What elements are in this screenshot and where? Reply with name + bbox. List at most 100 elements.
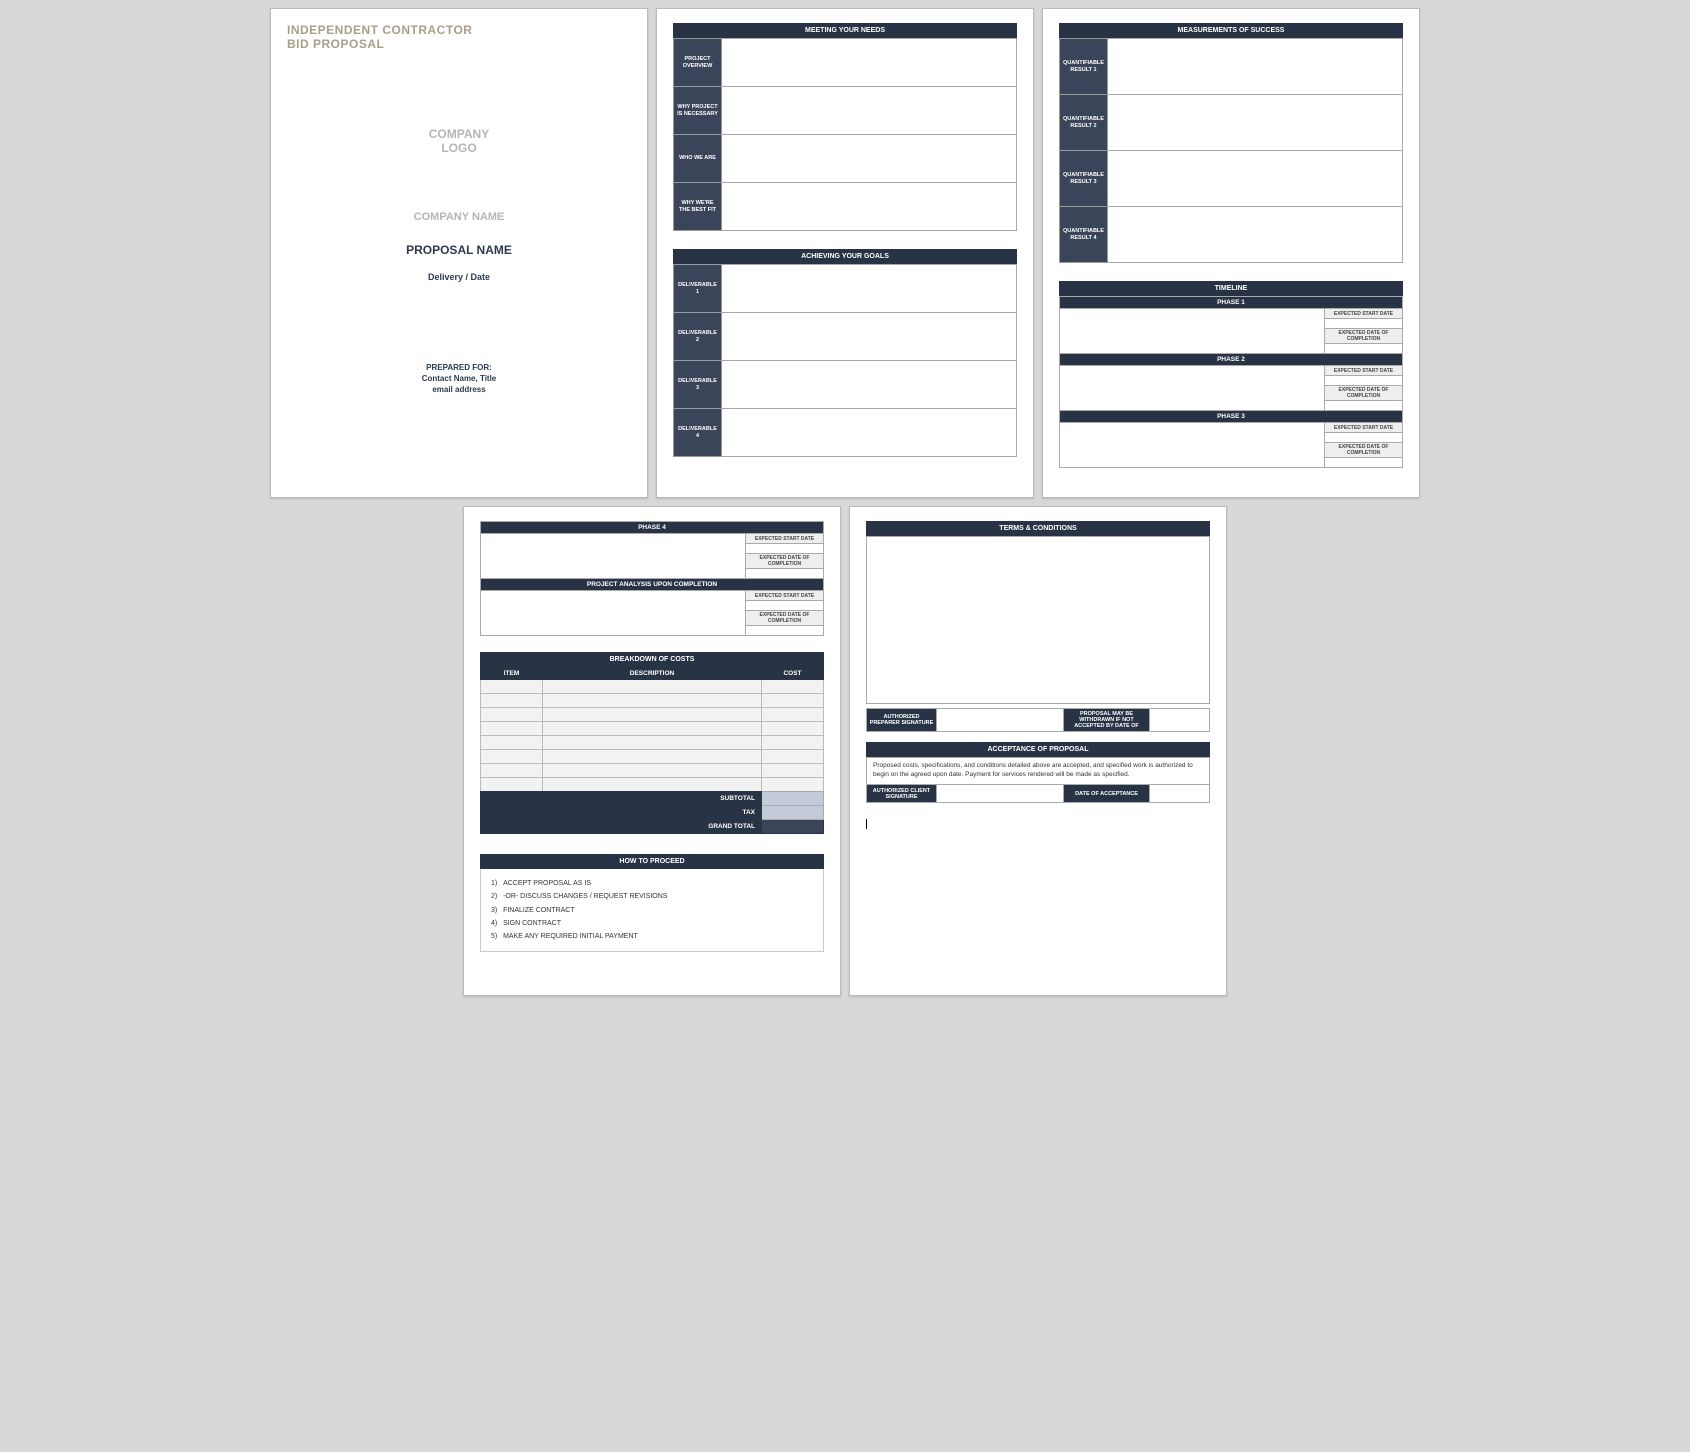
cost-cell[interactable] [543, 680, 762, 694]
measure-row-cell[interactable] [1108, 151, 1403, 207]
text-cursor [866, 819, 867, 829]
expected-start-label: EXPECTED START DATE [1325, 366, 1403, 376]
expected-start-value[interactable] [746, 544, 824, 554]
page-4-phase4-costs: PHASE 4 EXPECTED START DATE EXPECTED DAT… [463, 506, 841, 996]
how-to-proceed-list: 1) ACCEPT PROPOSAL AS IS 2) -OR- DISCUSS… [480, 869, 824, 952]
doc-title-line1: INDEPENDENT CONTRACTOR [287, 23, 631, 37]
expected-start-value[interactable] [746, 601, 824, 611]
cost-cell[interactable] [543, 764, 762, 778]
cost-cell[interactable] [481, 708, 543, 722]
date-acceptance-value[interactable] [1150, 785, 1210, 803]
expected-completion-label: EXPECTED DATE OF COMPLETION [1325, 443, 1403, 458]
meeting-row-cell[interactable] [722, 183, 1017, 231]
expected-completion-value[interactable] [1325, 344, 1403, 354]
expected-completion-value[interactable] [1325, 458, 1403, 468]
meeting-needs-header: MEETING YOUR NEEDS [673, 23, 1017, 38]
meeting-row-label: WHY PROJECT IS NECESSARY [674, 87, 722, 135]
cost-cell[interactable] [762, 764, 824, 778]
tax-value[interactable] [762, 806, 824, 820]
deliverable-cell[interactable] [722, 265, 1017, 313]
htp-step: 2) -OR- DISCUSS CHANGES / REQUEST REVISI… [491, 890, 813, 903]
cost-cell[interactable] [543, 708, 762, 722]
expected-completion-value[interactable] [1325, 401, 1403, 411]
deliverable-label: DELIVERABLE 2 [674, 313, 722, 361]
cost-cell[interactable] [762, 750, 824, 764]
measurements-table: QUANTIFIABLE RESULT 1 QUANTIFIABLE RESUL… [1059, 38, 1403, 263]
cost-cell[interactable] [543, 694, 762, 708]
phase-2-body[interactable] [1060, 366, 1325, 411]
htp-step: 5) MAKE ANY REQUIRED INITIAL PAYMENT [491, 930, 813, 943]
deliverable-label: DELIVERABLE 3 [674, 361, 722, 409]
cost-cell[interactable] [543, 736, 762, 750]
cost-cell[interactable] [762, 778, 824, 792]
cost-cell[interactable] [543, 750, 762, 764]
expected-start-value[interactable] [1325, 376, 1403, 386]
timeline-table: PHASE 1 EXPECTED START DATE EXPECTED DAT… [1059, 296, 1403, 468]
grand-total-value[interactable] [762, 820, 824, 834]
acceptance-header: ACCEPTANCE OF PROPOSAL [866, 742, 1210, 757]
expected-start-value[interactable] [1325, 433, 1403, 443]
cost-cell[interactable] [481, 750, 543, 764]
cost-col-item: ITEM [481, 668, 543, 680]
expected-completion-label: EXPECTED DATE OF COMPLETION [1325, 386, 1403, 401]
expected-start-label: EXPECTED START DATE [746, 534, 824, 544]
expected-start-label: EXPECTED START DATE [1325, 309, 1403, 319]
terms-header: TERMS & CONDITIONS [866, 521, 1210, 536]
page-1-cover: INDEPENDENT CONTRACTOR BID PROPOSAL COMP… [270, 8, 648, 498]
cost-cell[interactable] [543, 722, 762, 736]
cost-cell[interactable] [762, 694, 824, 708]
measure-row-label: QUANTIFIABLE RESULT 3 [1060, 151, 1108, 207]
measurements-header: MEASUREMENTS OF SUCCESS [1059, 23, 1403, 38]
cost-cell[interactable] [762, 722, 824, 736]
cost-cell[interactable] [481, 764, 543, 778]
phase-3-body[interactable] [1060, 423, 1325, 468]
company-name: COMPANY NAME [287, 211, 631, 223]
cost-cell[interactable] [543, 778, 762, 792]
cost-cell[interactable] [762, 680, 824, 694]
preparer-signature-row: AUTHORIZED PREPARER SIGNATURE PROPOSAL M… [866, 708, 1210, 732]
meeting-row-cell[interactable] [722, 87, 1017, 135]
acceptance-text: Proposed costs, specifications, and cond… [866, 757, 1210, 785]
company-logo-placeholder: COMPANY LOGO [287, 127, 631, 156]
subtotal-label: SUBTOTAL [481, 792, 762, 806]
expected-completion-value[interactable] [746, 626, 824, 636]
expected-start-value[interactable] [1325, 319, 1403, 329]
deliverable-cell[interactable] [722, 313, 1017, 361]
cost-cell[interactable] [481, 680, 543, 694]
phase-1-header: PHASE 1 [1060, 297, 1403, 309]
measure-row-cell[interactable] [1108, 95, 1403, 151]
deliverable-label: DELIVERABLE 4 [674, 409, 722, 457]
auth-client-signature[interactable] [937, 785, 1064, 803]
cost-cell[interactable] [481, 778, 543, 792]
page-5-terms: TERMS & CONDITIONS AUTHORIZED PREPARER S… [849, 506, 1227, 996]
meeting-row-cell[interactable] [722, 135, 1017, 183]
client-signature-row: AUTHORIZED CLIENT SIGNATURE DATE OF ACCE… [866, 784, 1210, 803]
cost-cell[interactable] [762, 736, 824, 750]
expected-completion-value[interactable] [746, 569, 824, 579]
cost-cell[interactable] [481, 722, 543, 736]
auth-preparer-signature[interactable] [937, 709, 1064, 732]
project-analysis-header: PROJECT ANALYSIS UPON COMPLETION [481, 579, 824, 591]
cost-cell[interactable] [481, 736, 543, 750]
subtotal-value[interactable] [762, 792, 824, 806]
terms-body[interactable] [866, 536, 1210, 704]
project-analysis-body[interactable] [481, 591, 746, 636]
phase-2-header: PHASE 2 [1060, 354, 1403, 366]
htp-step: 4) SIGN CONTRACT [491, 917, 813, 930]
phase-1-body[interactable] [1060, 309, 1325, 354]
phase-4-table: PHASE 4 EXPECTED START DATE EXPECTED DAT… [480, 521, 824, 636]
expected-completion-label: EXPECTED DATE OF COMPLETION [1325, 329, 1403, 344]
meeting-row-cell[interactable] [722, 39, 1017, 87]
deliverable-cell[interactable] [722, 361, 1017, 409]
achieving-goals-header: ACHIEVING YOUR GOALS [673, 249, 1017, 264]
withdraw-date[interactable] [1150, 709, 1210, 732]
cost-cell[interactable] [481, 694, 543, 708]
cost-cell[interactable] [762, 708, 824, 722]
measure-row-cell[interactable] [1108, 39, 1403, 95]
phase-4-body[interactable] [481, 534, 746, 579]
deliverable-cell[interactable] [722, 409, 1017, 457]
cost-summary: SUBTOTAL TAX GRAND TOTAL [480, 791, 824, 834]
measure-row-label: QUANTIFIABLE RESULT 1 [1060, 39, 1108, 95]
htp-step: 1) ACCEPT PROPOSAL AS IS [491, 877, 813, 890]
measure-row-cell[interactable] [1108, 207, 1403, 263]
